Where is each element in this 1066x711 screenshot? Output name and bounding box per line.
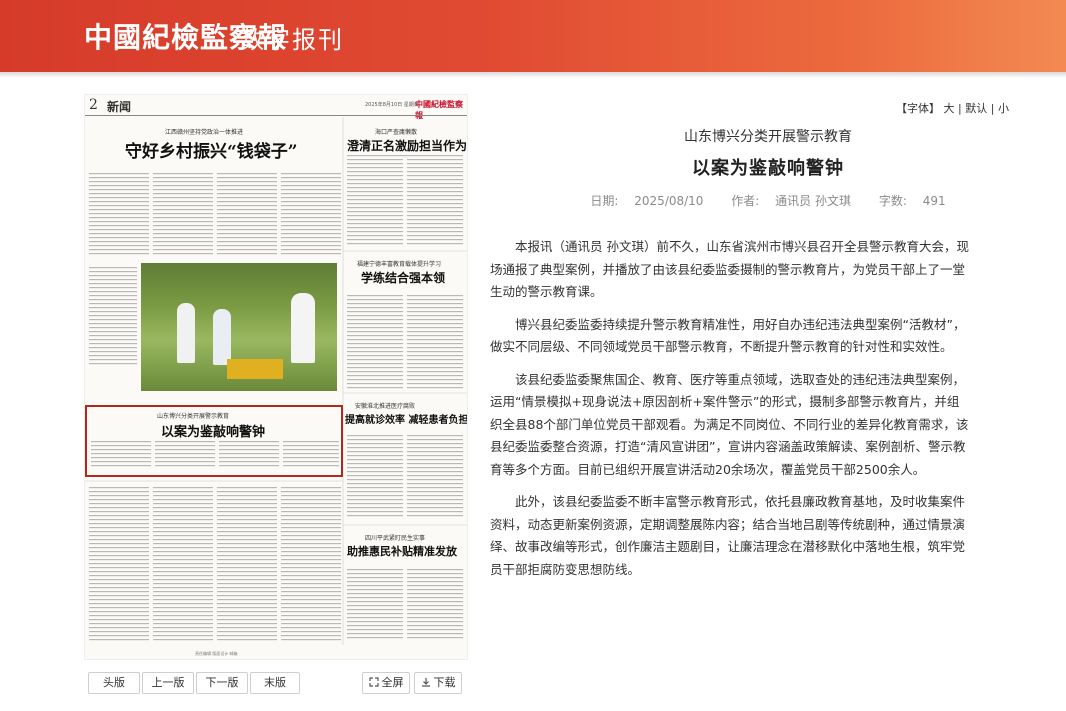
- font-large-link[interactable]: 大: [944, 102, 955, 115]
- font-separator: |: [958, 102, 962, 115]
- newspaper-page[interactable]: 2 新闻 2025年8月10日 星期日 中國紀檢監察報 江西赣州坚持党政治一体推…: [84, 94, 468, 660]
- first-page-button[interactable]: 头版: [88, 672, 140, 694]
- font-small-link[interactable]: 小: [998, 102, 1009, 115]
- left-headline[interactable]: 守好乡村振兴“钱袋子”: [125, 137, 298, 162]
- fullscreen-label: 全屏: [381, 676, 404, 689]
- article-paragraph: 该县纪委监委聚焦国企、教育、医疗等重点领域，选取查处的违纪违法典型案例，运用“情…: [490, 371, 969, 477]
- highlight-kicker: 山东博兴分类开展警示教育: [157, 413, 230, 420]
- lower-right-headline[interactable]: 提高就诊效率 减轻患者负担: [345, 411, 467, 426]
- wordcount-label: 字数:: [878, 194, 907, 208]
- brand-subtitle: 数字报刊: [240, 26, 344, 54]
- fullscreen-icon: [368, 677, 379, 687]
- article-paragraph: 博兴县纪委监委持续提升警示教育精准性，用好自办违纪违法典型案例“活教材”，做实不…: [490, 316, 966, 355]
- mid-right-kicker: 福建宁德丰富教育载体提升学习: [357, 261, 442, 268]
- highlighted-article-area[interactable]: 山东博兴分类开展警示教育 以案为鉴敲响警钟: [85, 405, 343, 477]
- page-footer: 责任编辑 版面设计 邮箱: [195, 651, 238, 656]
- photo-person: [291, 293, 315, 363]
- article-date: 2025/08/10: [634, 194, 704, 208]
- bottom-right-headline[interactable]: 助推惠民补贴精准发放: [347, 543, 457, 559]
- photo-person: [177, 303, 195, 363]
- right-kicker: 海口严查庸懒散: [375, 129, 418, 136]
- photo-person: [213, 309, 231, 365]
- news-photo[interactable]: [141, 263, 337, 391]
- site-header: 中國紀檢監察報 数字报刊: [0, 0, 1066, 72]
- font-size-control: 【字体】 大 | 默认 | 小: [896, 100, 1009, 116]
- author-label: 作者:: [731, 194, 760, 208]
- photo-crate: [227, 359, 283, 379]
- article-body: 本报讯（通讯员 孙文琪）前不久，山东省滨州市博兴县召开全县警示教育大会，现场通报…: [490, 236, 970, 591]
- next-page-button[interactable]: 下一版: [196, 672, 248, 694]
- article-author: 通讯员 孙文琪: [775, 194, 851, 208]
- fullscreen-button[interactable]: 全屏: [362, 672, 410, 694]
- article-subtitle: 山东博兴分类开展警示教育: [684, 129, 852, 145]
- lower-right-kicker: 安徽淮北推进医疗腐败: [355, 403, 416, 410]
- article-wordcount: 491: [922, 194, 946, 208]
- article-meta: 日期: 2025/08/10 作者: 通讯员 孙文琪 字数: 491: [430, 192, 1066, 209]
- download-label: 下载: [433, 676, 456, 689]
- date-label: 日期:: [590, 194, 619, 208]
- bottom-right-kicker: 四川平武紧盯民生实事: [365, 535, 426, 542]
- prev-page-button[interactable]: 上一版: [142, 672, 194, 694]
- font-label: 【字体】: [896, 102, 940, 115]
- mid-right-headline[interactable]: 学练结合强本领: [361, 269, 445, 286]
- download-icon: [421, 678, 430, 687]
- article-paragraph: 本报讯（通讯员 孙文琪）前不久，山东省滨州市博兴县召开全县警示教育大会，现场通报…: [490, 239, 969, 299]
- font-separator: |: [990, 102, 995, 115]
- last-page-button[interactable]: 末版: [250, 672, 300, 694]
- article-paragraph: 此外，该县纪委监委不断丰富警示教育形式，依托县廉政教育基地，及时收集案件资料，动…: [490, 494, 966, 577]
- header-shadow: [0, 72, 1066, 78]
- highlight-headline: 以案为鉴敲响警钟: [161, 425, 266, 440]
- download-button[interactable]: 下载: [414, 672, 462, 694]
- article-title: 以案为鉴敲响警钟: [692, 158, 844, 179]
- font-default-link[interactable]: 默认: [965, 102, 987, 115]
- left-kicker: 江西赣州坚持党政治一体推进: [165, 129, 244, 136]
